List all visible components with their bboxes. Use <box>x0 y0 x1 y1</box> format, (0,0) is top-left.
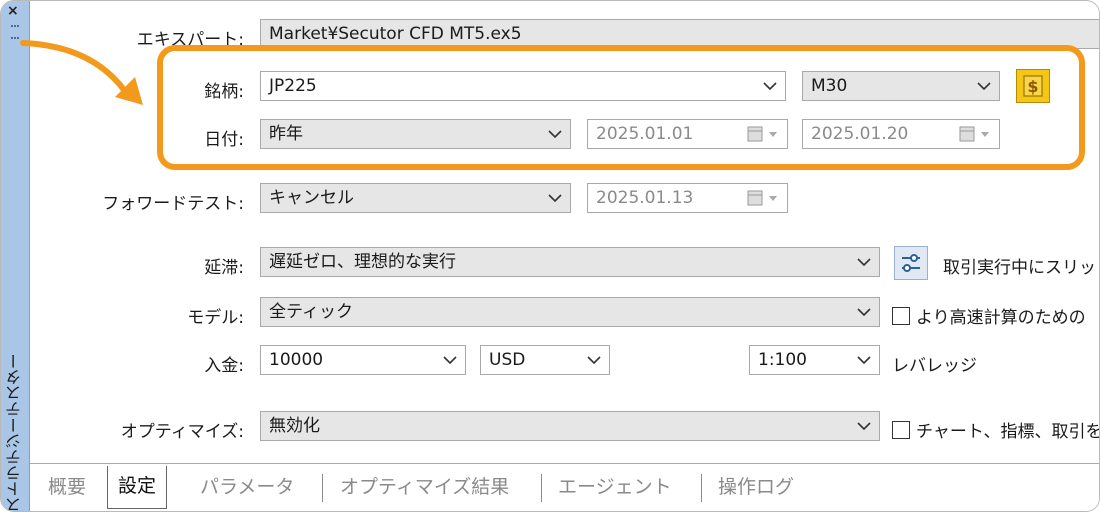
chevron-down-icon <box>857 346 871 374</box>
tab-parameters[interactable]: パラメータ <box>200 472 294 499</box>
tab-separator <box>322 474 323 502</box>
delay-value: 遅延ゼロ、理想的な実行 <box>269 252 456 272</box>
leverage-select[interactable]: 1:100 <box>749 345 880 375</box>
checkbox-icon[interactable] <box>892 421 910 439</box>
sliders-icon <box>902 254 920 272</box>
deposit-amount-value: 10000 <box>269 350 324 370</box>
tab-agents[interactable]: エージェント <box>558 472 672 499</box>
deposit-amount-select[interactable]: 10000 <box>260 345 466 375</box>
chevron-down-icon <box>443 346 457 374</box>
visual-mode-label: チャート、指標、取引を <box>916 422 1100 442</box>
expert-value: Market¥Secutor CFD MT5.ex5 <box>269 24 522 44</box>
model-label: モデル: <box>187 308 244 328</box>
chevron-down-icon <box>857 248 871 276</box>
forward-date-picker[interactable]: 2025.01.13 <box>587 183 788 213</box>
fast-calc-label: より高速計算のための <box>916 308 1086 328</box>
highlight-box <box>157 45 1085 170</box>
calendar-icon <box>747 190 777 206</box>
delay-label: 延滞: <box>204 258 244 278</box>
visual-mode-checkbox[interactable]: チャート、指標、取引を <box>892 417 1100 442</box>
chevron-down-icon <box>857 298 871 326</box>
model-value: 全ティック <box>269 302 353 322</box>
forward-test-select[interactable]: キャンセル <box>260 183 571 213</box>
forward-date-value: 2025.01.13 <box>596 188 694 208</box>
tab-separator <box>701 474 702 502</box>
chevron-down-icon <box>587 346 601 374</box>
tab-optimization-results[interactable]: オプティマイズ結果 <box>340 472 509 499</box>
tab-bar: 概要 設定 パラメータ オプティマイズ結果 エージェント 操作ログ <box>30 463 1099 511</box>
fast-calc-checkbox[interactable]: より高速計算のための <box>892 303 1086 328</box>
currency-select[interactable]: USD <box>480 345 610 375</box>
panel-title: ストラテジーテスター <box>5 353 24 512</box>
tab-overview[interactable]: 概要 <box>48 472 86 499</box>
currency-value: USD <box>489 350 526 370</box>
deposit-label: 入金: <box>204 356 244 376</box>
tab-separator <box>541 474 542 502</box>
chevron-down-icon <box>548 184 562 212</box>
optimize-select[interactable]: 無効化 <box>260 411 880 441</box>
delay-side-text: 取引実行中にスリッ <box>943 258 1096 278</box>
model-select[interactable]: 全ティック <box>260 297 880 327</box>
pointer-arrow-icon <box>20 40 143 105</box>
leverage-value: 1:100 <box>758 350 807 370</box>
tab-journal[interactable]: 操作ログ <box>718 472 794 499</box>
optimize-label: オプティマイズ: <box>120 422 244 442</box>
checkbox-icon[interactable] <box>892 307 910 325</box>
leverage-label: レバレッジ <box>892 356 977 376</box>
chevron-down-icon <box>857 412 871 440</box>
forward-test-value: キャンセル <box>269 188 354 208</box>
optimize-value: 無効化 <box>269 416 320 436</box>
forward-test-label: フォワードテスト: <box>102 194 244 214</box>
tab-settings[interactable]: 設定 <box>107 466 168 509</box>
delay-settings-button[interactable] <box>894 246 928 280</box>
delay-select[interactable]: 遅延ゼロ、理想的な実行 <box>260 247 880 277</box>
strategy-tester-window: × ストラテジーテスター エキスパート: Market¥Secutor CFD … <box>0 0 1100 512</box>
